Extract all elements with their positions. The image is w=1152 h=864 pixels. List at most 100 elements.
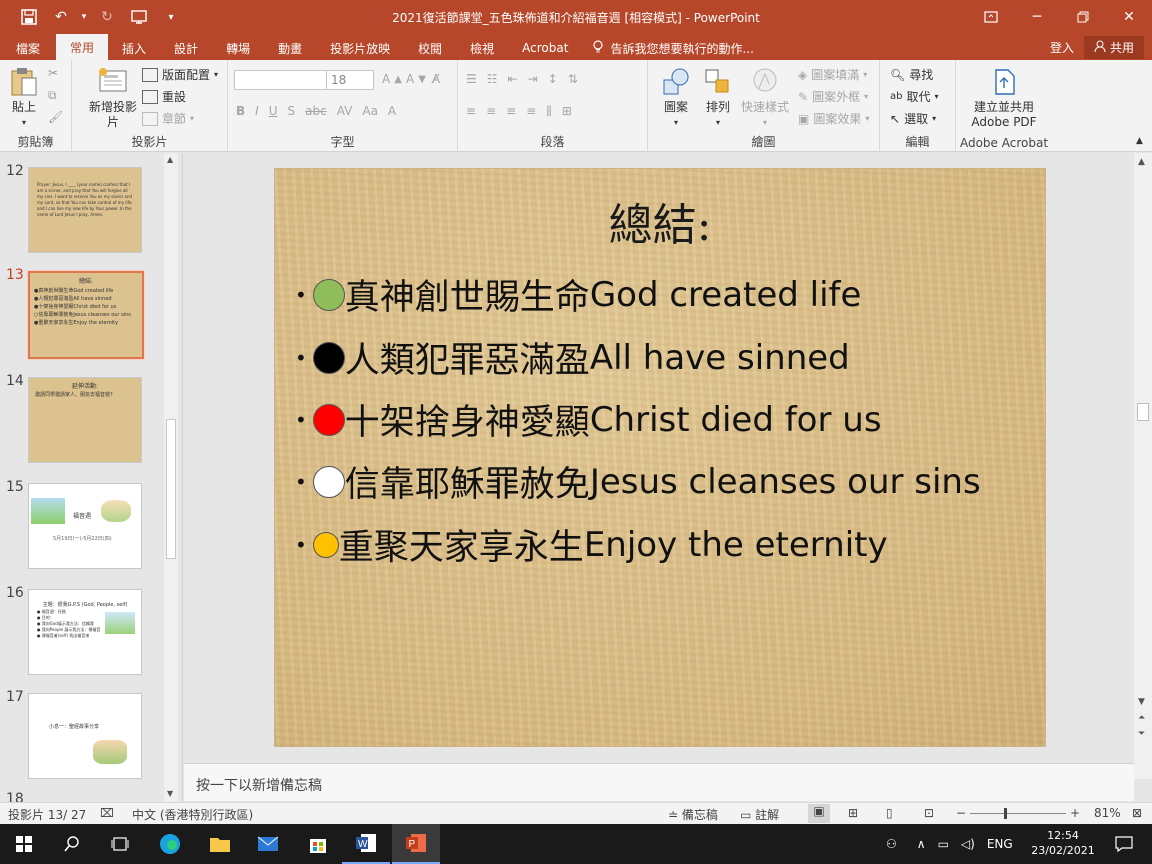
- word-icon[interactable]: W: [342, 824, 390, 864]
- copy-icon[interactable]: ⧉: [48, 88, 57, 103]
- new-slide-button[interactable]: 新增投影片: [88, 66, 138, 130]
- slide-title[interactable]: 總結:: [275, 189, 1045, 253]
- increase-indent-icon[interactable]: ⇥: [528, 72, 538, 86]
- zoom-slider[interactable]: [970, 813, 1066, 814]
- restore-icon[interactable]: [1060, 0, 1106, 34]
- powerpoint-icon[interactable]: P: [392, 824, 440, 864]
- redo-icon[interactable]: ↻: [92, 2, 122, 32]
- start-from-beginning-icon[interactable]: [124, 2, 154, 32]
- arrange-button[interactable]: 排列 ▾: [700, 66, 736, 130]
- close-icon[interactable]: ✕: [1106, 0, 1152, 34]
- section-button[interactable]: 章節 ▾: [142, 110, 194, 127]
- zoom-in-icon[interactable]: +: [1070, 806, 1080, 820]
- font-name-combo[interactable]: [234, 70, 330, 90]
- zoom-slider-thumb[interactable]: [1004, 808, 1007, 819]
- thumbnail-scroll-down-icon[interactable]: ▼: [167, 789, 173, 798]
- thumbnail-scroll-thumb[interactable]: [166, 419, 176, 559]
- bullets-icon[interactable]: ☰: [466, 72, 477, 86]
- align-right-icon[interactable]: ≡: [506, 104, 516, 119]
- strikethrough-icon[interactable]: abc: [305, 104, 327, 118]
- tab-insert[interactable]: 插入: [108, 36, 160, 60]
- editor-scrollbar[interactable]: ▲ ▼ ⏶ ⏷: [1134, 153, 1152, 779]
- paste-button[interactable]: 貼上 ▾: [6, 66, 42, 130]
- shape-outline-button[interactable]: ✎ 圖案外框 ▾: [798, 88, 868, 105]
- thumbnail-slide[interactable]: 主題：很我G.P.S (God, People, self) ● 福音週：任務 …: [28, 589, 142, 675]
- text-direction-icon[interactable]: ⇅: [568, 72, 578, 86]
- tab-view[interactable]: 檢視: [456, 36, 508, 60]
- shape-fill-button[interactable]: ◈ 圖案填滿 ▾: [798, 66, 867, 83]
- decrease-font-icon[interactable]: A ▼: [406, 72, 426, 86]
- thumbnail-slide[interactable]: 小息一：聖經故事分享: [28, 693, 142, 779]
- tab-slideshow[interactable]: 投影片放映: [316, 36, 404, 60]
- tab-animations[interactable]: 動畫: [264, 36, 316, 60]
- thumbnail-scroll-up-icon[interactable]: ▲: [167, 155, 173, 164]
- change-case-icon[interactable]: Aa: [362, 104, 378, 118]
- spellcheck-icon[interactable]: ⌧: [100, 806, 114, 820]
- file-explorer-icon[interactable]: [196, 824, 244, 864]
- char-spacing-icon[interactable]: AV: [337, 104, 353, 118]
- align-center-icon[interactable]: ≡: [486, 104, 496, 119]
- tab-transitions[interactable]: 轉場: [212, 36, 264, 60]
- next-slide-icon[interactable]: ⏷: [1138, 729, 1145, 739]
- shapes-button[interactable]: 圖案 ▾: [656, 66, 696, 130]
- windows-start-icon[interactable]: [0, 824, 48, 864]
- thumbnail-slide[interactable]: 福音週 5月19日(一)-5月22日(四): [28, 483, 142, 569]
- shadow-icon[interactable]: S: [288, 104, 296, 118]
- underline-icon[interactable]: U: [269, 104, 278, 118]
- mail-icon[interactable]: [244, 824, 292, 864]
- slideshow-icon[interactable]: ⊡: [924, 806, 934, 820]
- thumbnail-slide[interactable]: 延伸活動: 邀請同學邀請家人、朋友去福音營?: [28, 377, 142, 463]
- justify-icon[interactable]: ≡: [526, 104, 536, 119]
- collapse-ribbon-icon[interactable]: ▲: [1136, 136, 1143, 146]
- slide-bullet-4[interactable]: • 信靠耶穌罪赦免 Jesus cleanses our sins: [295, 456, 981, 507]
- bold-icon[interactable]: B: [236, 104, 245, 118]
- slide-sorter-icon[interactable]: ⊞: [848, 806, 858, 820]
- notes-pane[interactable]: 按一下以新增備忘稿: [184, 763, 1134, 801]
- create-pdf-button[interactable]: 建立並共用 Adobe PDF: [964, 66, 1044, 130]
- slide-bullet-2[interactable]: • 人類犯罪惡滿盈 All have sinned: [295, 332, 850, 383]
- network-icon[interactable]: ▭: [938, 837, 949, 851]
- line-spacing-icon[interactable]: ↕: [548, 72, 558, 86]
- tab-file[interactable]: 檔案: [0, 36, 56, 60]
- scroll-up-icon[interactable]: ▲: [1138, 157, 1145, 167]
- save-icon[interactable]: [14, 2, 44, 32]
- undo-dropdown-icon[interactable]: ▾: [78, 2, 90, 32]
- share-button[interactable]: 共用: [1083, 36, 1144, 59]
- task-view-icon[interactable]: [96, 824, 144, 864]
- tab-review[interactable]: 校閱: [404, 36, 456, 60]
- slide-canvas[interactable]: 總結: • 真神創世賜生命 God created life • 人類犯罪惡滿盈…: [274, 168, 1046, 747]
- tell-me-box[interactable]: 告訴我您想要執行的動作...: [582, 36, 754, 60]
- thumbnail-slide-selected[interactable]: 總結: ●真神創世賜生命God created life ●人類犯罪惡滿盈All…: [27, 270, 145, 360]
- italic-icon[interactable]: I: [255, 104, 259, 118]
- font-color-icon[interactable]: A: [388, 104, 396, 118]
- cut-icon[interactable]: ✂: [48, 66, 58, 80]
- replace-button[interactable]: ab 取代 ▾: [890, 88, 939, 105]
- reset-button[interactable]: 重設: [142, 88, 186, 105]
- clear-format-icon[interactable]: A̸: [432, 72, 440, 86]
- find-button[interactable]: 🔍︎ 尋找: [890, 66, 933, 83]
- thumbnail-pane[interactable]: 12 Prayer: Jesus, I ____ (your name) con…: [0, 153, 183, 802]
- layout-button[interactable]: 版面配置 ▾: [142, 66, 218, 83]
- align-left-icon[interactable]: ≡: [466, 104, 476, 119]
- language-indicator[interactable]: 中文 (香港特別行政區): [132, 806, 253, 823]
- format-painter-icon[interactable]: 🖌: [48, 110, 63, 124]
- tab-design[interactable]: 設計: [160, 36, 212, 60]
- signin-link[interactable]: 登入: [1050, 39, 1074, 56]
- slide-bullet-1[interactable]: • 真神創世賜生命 God created life: [295, 269, 861, 320]
- volume-icon[interactable]: ◁): [961, 837, 975, 851]
- minimize-icon[interactable]: ─: [1014, 0, 1060, 34]
- tab-home[interactable]: 常用: [56, 34, 109, 60]
- fit-slide-icon[interactable]: ⊠: [1132, 806, 1142, 820]
- ribbon-display-options-icon[interactable]: [968, 0, 1014, 34]
- input-language[interactable]: ENG: [987, 837, 1013, 851]
- store-icon[interactable]: [294, 824, 342, 864]
- select-button[interactable]: ↖ 選取 ▾: [890, 110, 936, 127]
- taskbar-clock[interactable]: 12:54 23/02/2021: [1028, 828, 1098, 858]
- edge-icon[interactable]: [146, 824, 194, 864]
- columns-icon[interactable]: ⫼: [546, 104, 552, 119]
- slide-bullet-3[interactable]: • 十架捨身神愛顯 Christ died for us: [295, 394, 882, 445]
- people-icon[interactable]: ⚇: [886, 837, 897, 851]
- smartart-icon[interactable]: ⊞: [562, 104, 572, 119]
- thumbnail-scrollbar[interactable]: ▲ ▼: [164, 153, 178, 802]
- font-size-combo[interactable]: 18: [326, 70, 374, 90]
